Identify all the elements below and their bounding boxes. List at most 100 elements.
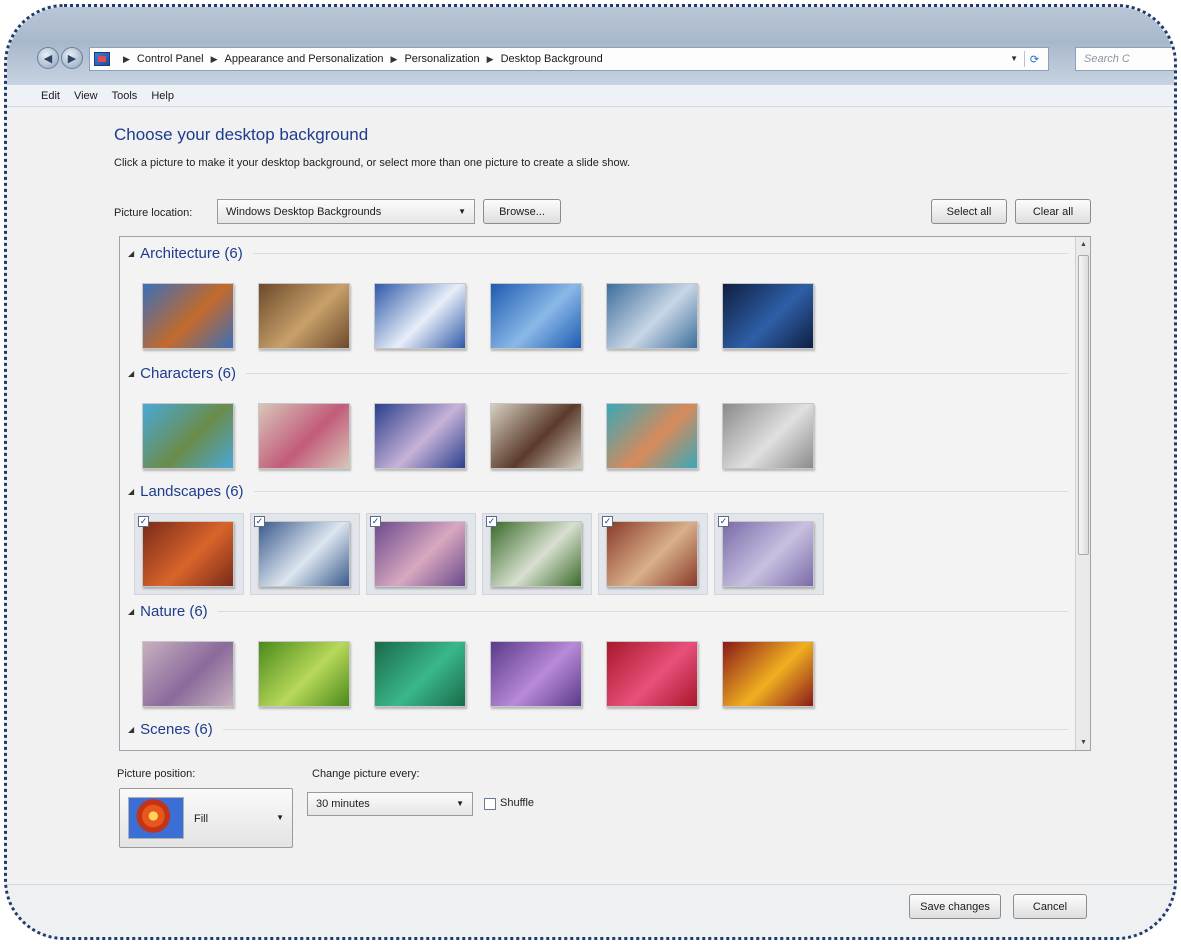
collapse-icon[interactable]: ◢ (128, 369, 134, 378)
chevron-down-icon: ▼ (458, 207, 466, 216)
group-label[interactable]: Nature (6) (140, 603, 208, 620)
thumbnail-checkbox[interactable]: ✓ (254, 516, 265, 527)
wallpaper-thumbnail[interactable] (722, 641, 814, 707)
page-subtitle: Click a picture to make it your desktop … (114, 157, 631, 169)
wallpaper-thumbnail[interactable] (258, 403, 350, 469)
search-input[interactable]: Search C (1075, 47, 1174, 71)
change-every-label: Change picture every: (312, 768, 420, 780)
wallpaper-thumbnail[interactable] (258, 641, 350, 707)
control-panel-icon (94, 52, 110, 66)
menu-bar: Edit View Tools Help (7, 85, 1174, 107)
picture-location-select[interactable]: Windows Desktop Backgrounds ▼ (217, 199, 475, 224)
group-label[interactable]: Scenes (6) (140, 721, 213, 738)
chevron-down-icon: ▼ (456, 799, 464, 808)
picture-gallery: ◢ Architecture (6) ◢ Characters (6) ◢ Landsca… (119, 236, 1091, 751)
save-changes-button[interactable]: Save changes (909, 894, 1001, 919)
collapse-icon[interactable]: ◢ (128, 725, 134, 734)
forward-icon[interactable]: ▶ (61, 47, 83, 69)
picture-location-value: Windows Desktop Backgrounds (226, 206, 382, 218)
chevron-down-icon[interactable]: ▼ (1010, 54, 1018, 63)
wallpaper-thumbnail[interactable] (722, 283, 814, 349)
footer-bar: Save changes Cancel (7, 884, 1174, 937)
wallpaper-thumbnail[interactable] (606, 403, 698, 469)
breadcrumb-appearance[interactable]: Appearance and Personalization (225, 53, 384, 65)
wallpaper-thumbnail[interactable] (490, 641, 582, 707)
wallpaper-thumbnail[interactable] (606, 641, 698, 707)
window: ◀ ▶ ▼ ▶ Control Panel ▶ Appearance and P… (4, 4, 1177, 940)
group-divider (253, 491, 1068, 492)
menu-view[interactable]: View (74, 90, 98, 102)
wallpaper-thumbnail[interactable] (258, 283, 350, 349)
picture-location-label: Picture location: (114, 207, 193, 219)
wallpaper-thumbnail[interactable] (606, 283, 698, 349)
chevron-right-icon[interactable]: ▶ (487, 54, 494, 65)
chevron-right-icon[interactable]: ▶ (123, 54, 130, 65)
group-label[interactable]: Characters (6) (140, 365, 236, 382)
group-divider (222, 729, 1068, 730)
clear-all-button[interactable]: Clear all (1015, 199, 1091, 224)
wallpaper-thumbnail[interactable] (142, 283, 234, 349)
chevron-down-icon: ▼ (276, 813, 284, 822)
shuffle-checkbox[interactable] (484, 798, 496, 810)
gallery-scrollbar[interactable]: ▲ ▼ (1075, 237, 1090, 750)
scroll-down-icon[interactable]: ▼ (1076, 735, 1090, 750)
cancel-button[interactable]: Cancel (1013, 894, 1087, 919)
wallpaper-thumbnail[interactable] (258, 521, 350, 587)
wallpaper-thumbnail[interactable] (374, 283, 466, 349)
wallpaper-thumbnail[interactable] (722, 403, 814, 469)
collapse-icon[interactable]: ◢ (128, 487, 134, 496)
shuffle-label[interactable]: Shuffle (500, 797, 534, 809)
menu-tools[interactable]: Tools (112, 90, 138, 102)
scroll-up-icon[interactable]: ▲ (1076, 237, 1090, 252)
scroll-thumb[interactable] (1078, 255, 1089, 555)
breadcrumb-personalization[interactable]: Personalization (404, 53, 479, 65)
position-preview-image (128, 797, 184, 839)
menu-edit[interactable]: Edit (41, 90, 60, 102)
group-label[interactable]: Landscapes (6) (140, 483, 243, 500)
refresh-icon[interactable]: ⟳ (1024, 51, 1044, 67)
address-bar: ◀ ▶ ▼ ▶ Control Panel ▶ Appearance and P… (7, 7, 1174, 85)
change-every-select[interactable]: 30 minutes ▼ (307, 792, 473, 816)
group-divider (246, 373, 1068, 374)
select-all-button[interactable]: Select all (931, 199, 1007, 224)
nav-buttons: ◀ ▶ ▼ (37, 47, 95, 69)
wallpaper-thumbnail[interactable] (490, 521, 582, 587)
thumbnail-checkbox[interactable]: ✓ (486, 516, 497, 527)
thumbnail-checkbox[interactable]: ✓ (370, 516, 381, 527)
wallpaper-thumbnail[interactable] (606, 521, 698, 587)
change-every-value: 30 minutes (316, 798, 370, 810)
chevron-right-icon[interactable]: ▶ (391, 54, 398, 65)
group-header[interactable]: ◢ Nature (6) (128, 603, 1068, 620)
thumbnail-checkbox[interactable]: ✓ (718, 516, 729, 527)
wallpaper-thumbnail[interactable] (374, 521, 466, 587)
wallpaper-thumbnail[interactable] (374, 641, 466, 707)
picture-position-select[interactable]: Fill ▼ (119, 788, 293, 848)
picture-position-value: Fill (194, 813, 209, 825)
picture-position-label: Picture position: (117, 768, 196, 780)
wallpaper-thumbnail[interactable] (142, 641, 234, 707)
group-header[interactable]: ◢ Landscapes (6) (128, 483, 1068, 500)
main-content: Choose your desktop background Click a p… (7, 108, 1174, 884)
wallpaper-thumbnail[interactable] (374, 403, 466, 469)
back-icon[interactable]: ◀ (37, 47, 59, 69)
breadcrumb-desktop-background[interactable]: Desktop Background (501, 53, 603, 65)
wallpaper-thumbnail[interactable] (722, 521, 814, 587)
group-divider (217, 611, 1068, 612)
breadcrumb[interactable]: ▶ Control Panel ▶ Appearance and Persona… (89, 47, 1049, 71)
wallpaper-thumbnail[interactable] (490, 283, 582, 349)
menu-help[interactable]: Help (151, 90, 174, 102)
browse-button[interactable]: Browse... (483, 199, 561, 224)
thumbnail-checkbox[interactable]: ✓ (602, 516, 613, 527)
group-header[interactable]: ◢ Architecture (6) (128, 245, 1068, 262)
wallpaper-thumbnail[interactable] (142, 521, 234, 587)
chevron-right-icon[interactable]: ▶ (211, 54, 218, 65)
group-label[interactable]: Architecture (6) (140, 245, 243, 262)
breadcrumb-control-panel[interactable]: Control Panel (137, 53, 204, 65)
wallpaper-thumbnail[interactable] (490, 403, 582, 469)
group-header[interactable]: ◢ Scenes (6) (128, 721, 1068, 738)
group-header[interactable]: ◢ Characters (6) (128, 365, 1068, 382)
collapse-icon[interactable]: ◢ (128, 249, 134, 258)
thumbnail-checkbox[interactable]: ✓ (138, 516, 149, 527)
wallpaper-thumbnail[interactable] (142, 403, 234, 469)
collapse-icon[interactable]: ◢ (128, 607, 134, 616)
